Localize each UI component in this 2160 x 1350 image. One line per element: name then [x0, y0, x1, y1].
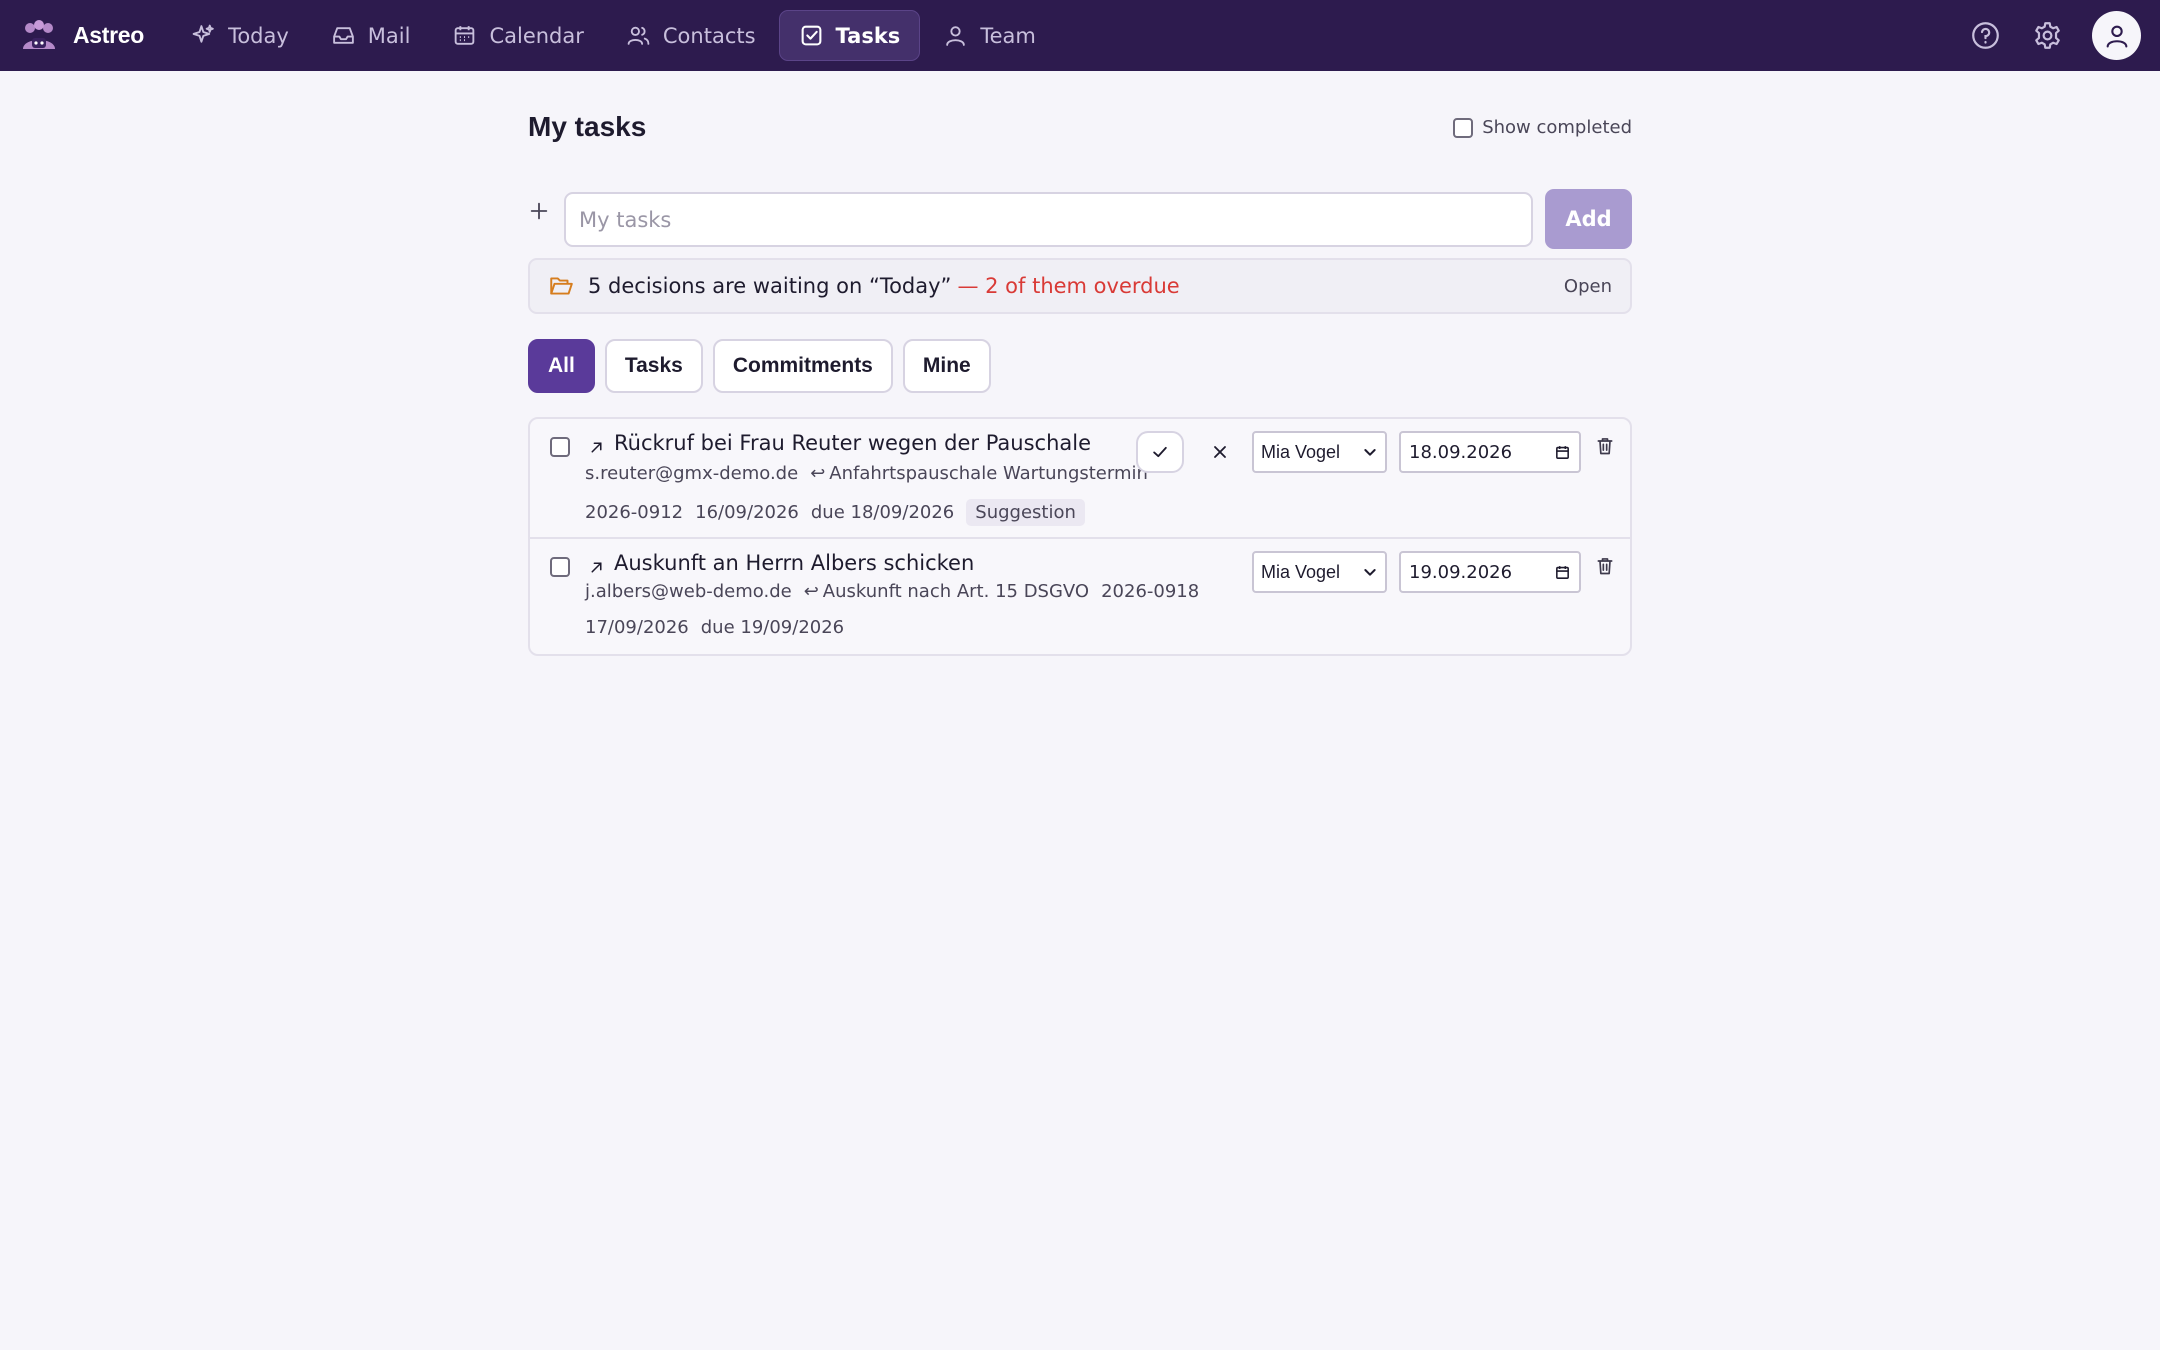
- task-id: 2026-0918: [1101, 581, 1200, 602]
- sparkle-icon: [192, 24, 214, 43]
- help-button[interactable]: [1968, 19, 2002, 53]
- delete-task-button[interactable]: [1595, 555, 1615, 577]
- suggestion-badge: Suggestion: [966, 499, 1085, 526]
- chevron-down-icon: [1364, 569, 1376, 576]
- gear-icon: [2034, 22, 2060, 49]
- show-completed-label: Show completed: [1482, 117, 1632, 138]
- inbox-icon: [332, 27, 354, 44]
- nav-item-team[interactable]: Team: [924, 10, 1055, 61]
- filter-tasks[interactable]: Tasks: [604, 339, 703, 393]
- task-due-date: due 18/09/2026: [810, 502, 955, 523]
- assignee-select[interactable]: Mia Vogel: [1252, 551, 1387, 593]
- brand[interactable]: Astreo: [20, 17, 144, 55]
- due-date-input[interactable]: 19.09.2026: [1399, 551, 1581, 593]
- task-created-date: 16/09/2026: [695, 502, 799, 523]
- nav-label-calendar: Calendar: [489, 23, 584, 48]
- show-completed-checkbox[interactable]: [1453, 117, 1474, 138]
- assignee-value: Mia Vogel: [1261, 561, 1341, 582]
- new-task-input[interactable]: [564, 192, 1533, 247]
- main-content: My tasks Show completed Add 5 decisions …: [528, 71, 1632, 656]
- due-date-value: 18.09.2026: [1409, 441, 1513, 463]
- task-complete-checkbox[interactable]: [550, 557, 570, 577]
- task-row: Rückruf bei Frau Reuter wegen der Pausch…: [530, 419, 1630, 539]
- top-navigation-bar: Astreo Today Mail Calendar Contacts Task…: [0, 0, 2160, 71]
- task-id: 2026-0912: [585, 502, 684, 523]
- nav-label-tasks: Tasks: [835, 23, 901, 48]
- header-actions: [1940, 11, 2141, 60]
- due-date-input[interactable]: 18.09.2026: [1399, 431, 1581, 473]
- notice-text: 5 decisions are waiting on “Today”: [588, 274, 952, 298]
- nav-label-contacts: Contacts: [662, 23, 756, 48]
- assignee-select[interactable]: Mia Vogel: [1252, 431, 1387, 473]
- delete-task-button[interactable]: [1595, 435, 1615, 457]
- nav-item-today[interactable]: Today: [172, 10, 308, 61]
- dismiss-suggestion-button[interactable]: [1210, 442, 1230, 462]
- due-date-value: 19.09.2026: [1409, 561, 1513, 583]
- task-email[interactable]: j.albers@web-demo.de: [585, 581, 792, 602]
- task-title[interactable]: Rückruf bei Frau Reuter wegen der Pausch…: [614, 431, 1091, 455]
- notice-overdue-text: — 2 of them overdue: [957, 274, 1180, 298]
- trash-icon: [1597, 438, 1613, 455]
- task-reference[interactable]: Auskunft nach Art. 15 DSGVO: [823, 581, 1089, 602]
- show-completed-toggle[interactable]: Show completed: [1453, 117, 1632, 138]
- arrow-up-right-icon[interactable]: [588, 557, 605, 574]
- app-name: Astreo: [73, 22, 145, 48]
- chevron-down-icon: [1364, 449, 1376, 456]
- nav-label-mail: Mail: [367, 23, 411, 48]
- reply-icon: ↩: [810, 463, 826, 484]
- task-email[interactable]: s.reuter@gmx-demo.de: [585, 463, 798, 484]
- nav-item-mail[interactable]: Mail: [312, 10, 430, 61]
- folder-open-icon: [550, 277, 573, 295]
- task-reference[interactable]: Anfahrtspauschale Wartungstermin: [829, 463, 1148, 484]
- user-icon: [2106, 25, 2127, 48]
- checkbox-icon: [801, 25, 821, 46]
- calendar-picker-icon[interactable]: [1554, 444, 1571, 461]
- task-meta: 17/09/2026 due 19/09/2026: [585, 617, 844, 638]
- nav-item-contacts[interactable]: Contacts: [607, 10, 775, 61]
- trash-icon: [1597, 558, 1613, 575]
- task-created-date: 17/09/2026: [585, 617, 689, 638]
- task-title[interactable]: Auskunft an Herrn Albers schicken: [614, 551, 974, 575]
- task-meta: 2026-0912 16/09/2026 due 18/09/2026 Sugg…: [585, 499, 1085, 526]
- nav-item-calendar[interactable]: Calendar: [433, 10, 602, 61]
- settings-button[interactable]: [2030, 19, 2064, 53]
- notice-open-link[interactable]: Open: [1564, 276, 1612, 297]
- astreo-logo-icon: [23, 19, 55, 49]
- filter-tabs: All Tasks Commitments Mine: [528, 339, 1001, 393]
- add-task-row: Add: [528, 186, 1632, 249]
- calendar-picker-icon[interactable]: [1554, 564, 1571, 581]
- task-due-date: due 19/09/2026: [700, 617, 845, 638]
- check-icon: [1153, 446, 1167, 458]
- arrow-up-right-icon[interactable]: [588, 437, 605, 454]
- person-icon: [946, 26, 966, 46]
- task-complete-checkbox[interactable]: [550, 437, 570, 457]
- nav-label-today: Today: [228, 23, 289, 48]
- page-title: My tasks: [528, 111, 647, 142]
- help-icon: [1971, 22, 1999, 49]
- reply-icon: ↩: [803, 581, 819, 602]
- user-avatar-button[interactable]: [2092, 11, 2141, 60]
- task-source: s.reuter@gmx-demo.de ↩ Anfahrtspauschale…: [585, 463, 1148, 484]
- plus-icon: [528, 200, 550, 222]
- main-nav: Today Mail Calendar Contacts Tasks Team: [172, 10, 1059, 61]
- calendar-icon: [455, 26, 475, 45]
- task-row: Auskunft an Herrn Albers schicken j.albe…: [530, 539, 1630, 654]
- contacts-icon: [627, 26, 650, 45]
- accept-suggestion-button[interactable]: [1136, 431, 1184, 473]
- nav-item-tasks[interactable]: Tasks: [778, 10, 921, 61]
- task-list: Rückruf bei Frau Reuter wegen der Pausch…: [528, 417, 1632, 656]
- filter-all[interactable]: All: [528, 339, 595, 393]
- add-task-button[interactable]: Add: [1545, 189, 1632, 249]
- filter-mine[interactable]: Mine: [902, 339, 991, 393]
- task-source: j.albers@web-demo.de ↩ Auskunft nach Art…: [585, 581, 1199, 602]
- assignee-value: Mia Vogel: [1261, 441, 1341, 462]
- filter-commitments[interactable]: Commitments: [712, 339, 893, 393]
- decisions-notice: 5 decisions are waiting on “Today” — 2 o…: [528, 258, 1632, 314]
- close-icon: [1214, 446, 1226, 458]
- nav-label-team: Team: [980, 23, 1036, 48]
- page-header: My tasks Show completed: [528, 71, 1632, 186]
